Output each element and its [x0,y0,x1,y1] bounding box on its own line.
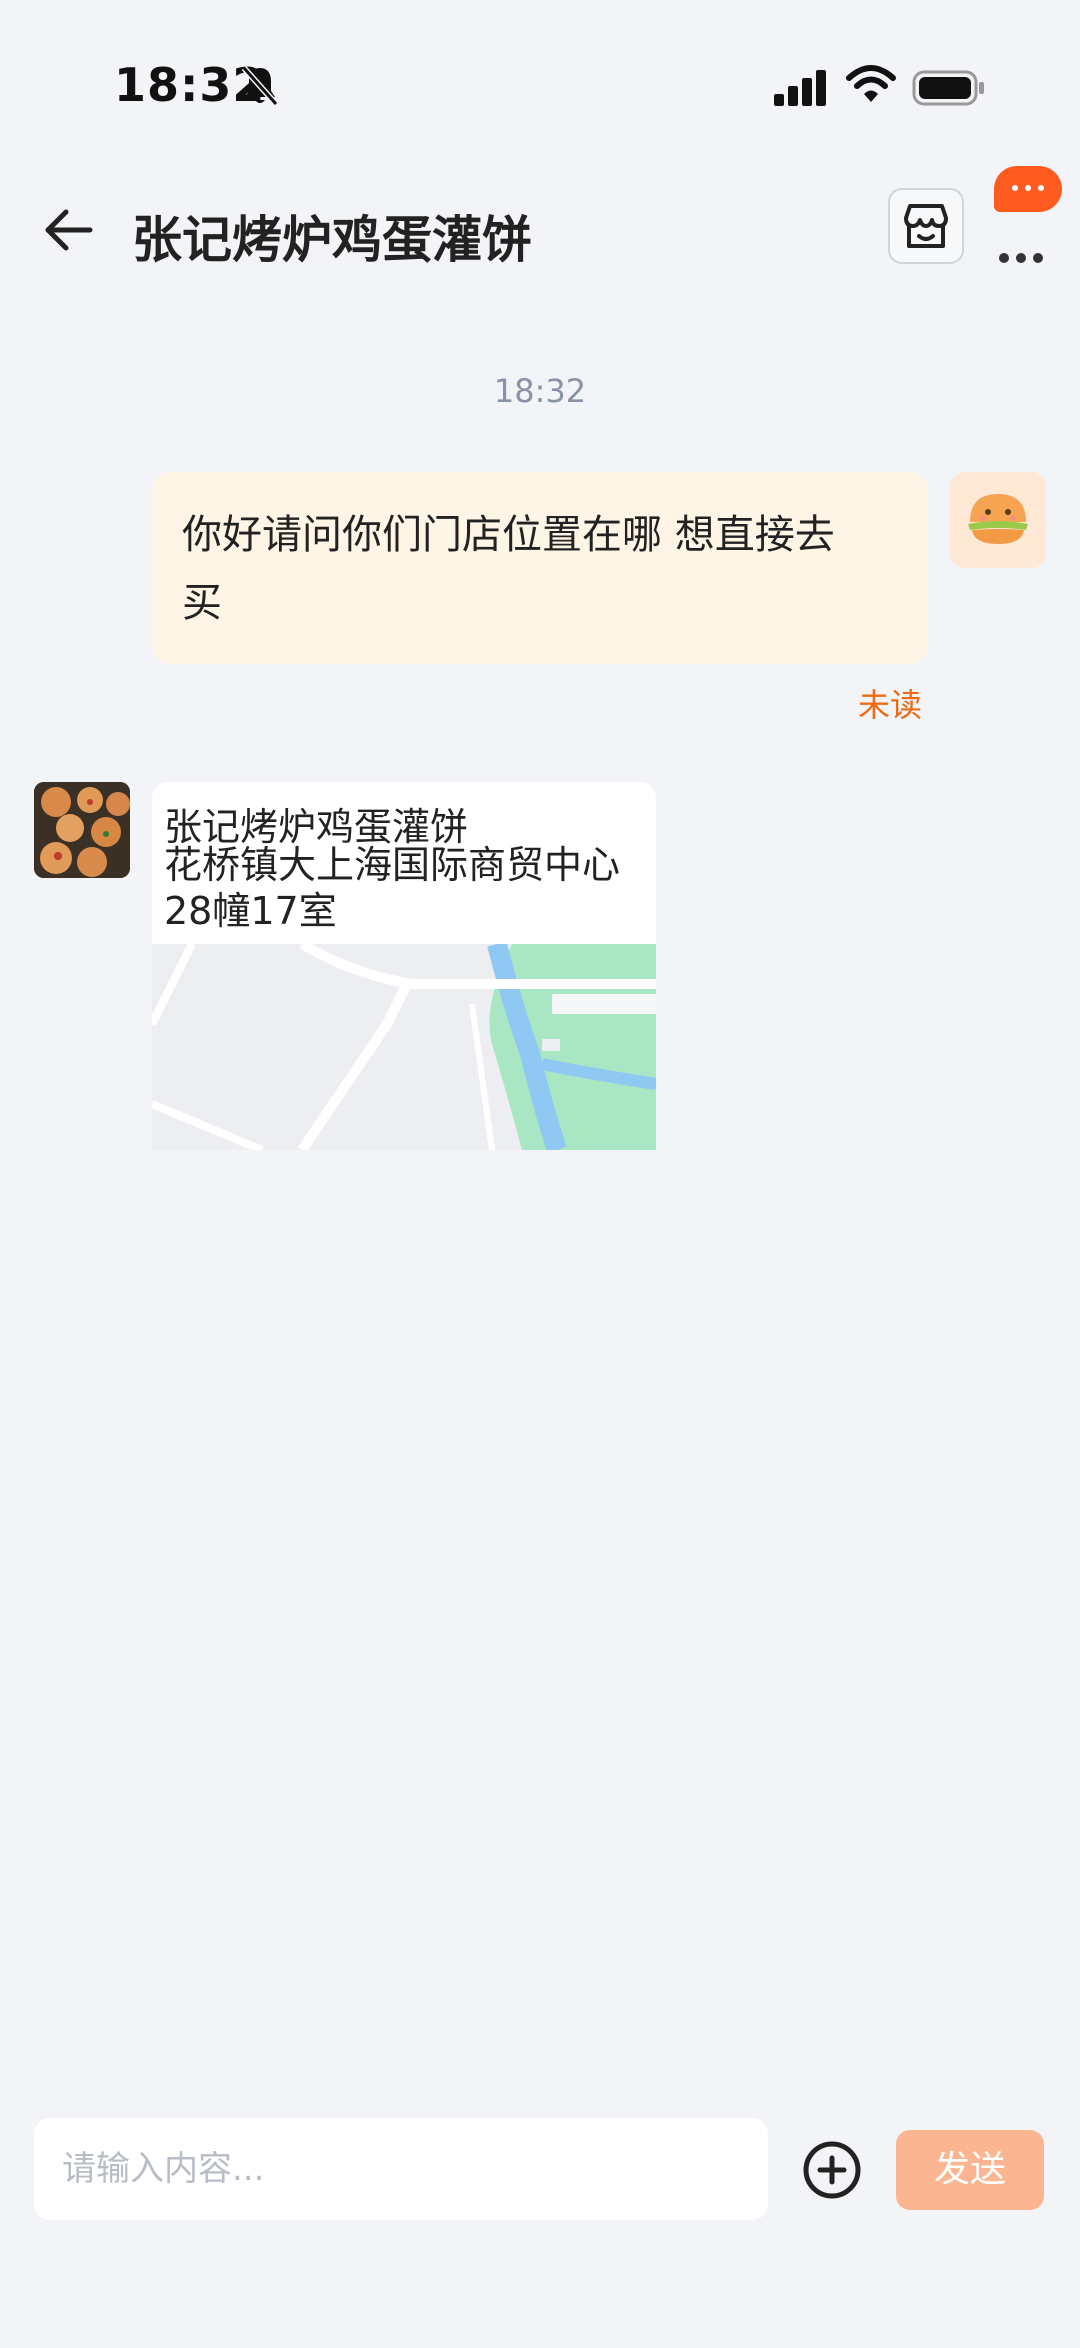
storefront-icon [904,204,948,248]
message-timestamp: 18:32 [493,372,587,410]
burger-avatar-icon [950,472,1046,568]
map-preview[interactable] [152,944,656,1150]
avatar[interactable] [950,472,1046,568]
cellular-signal-icon [774,70,826,106]
chat-screen: 18:32 张记烤炉鸡蛋灌饼 18:32 你好请问你们门店位置在哪 想直接去 买… [0,0,1080,2348]
wifi-icon [846,65,896,102]
add-circle-icon[interactable] [800,2138,864,2202]
shop-avatar-icon [34,782,130,878]
status-bar: 18:32 [0,0,1080,130]
message-text-line: 买 [182,580,222,626]
message-input[interactable] [34,2118,768,2220]
send-button[interactable]: 发送 [896,2130,1044,2210]
outgoing-message-bubble[interactable]: 你好请问你们门店位置在哪 想直接去 买 [152,472,928,664]
location-message-card[interactable]: 张记烤炉鸡蛋灌饼 花桥镇大上海国际商贸中心28幢17室 [152,782,656,1150]
unread-status: 未读 [858,686,923,724]
notification-bubble-icon [994,166,1062,212]
page-title: 张记烤炉鸡蛋灌饼 [132,211,532,269]
battery-icon [912,70,984,106]
avatar[interactable] [34,782,130,878]
chat-header: 张记烤炉鸡蛋灌饼 [0,170,1080,290]
bell-slash-icon [241,66,279,106]
store-button[interactable] [888,188,964,264]
message-text-line: 你好请问你们门店位置在哪 想直接去 [182,512,835,558]
location-address: 花桥镇大上海国际商贸中心28幢17室 [164,843,621,933]
arrow-left-icon[interactable] [40,200,100,260]
